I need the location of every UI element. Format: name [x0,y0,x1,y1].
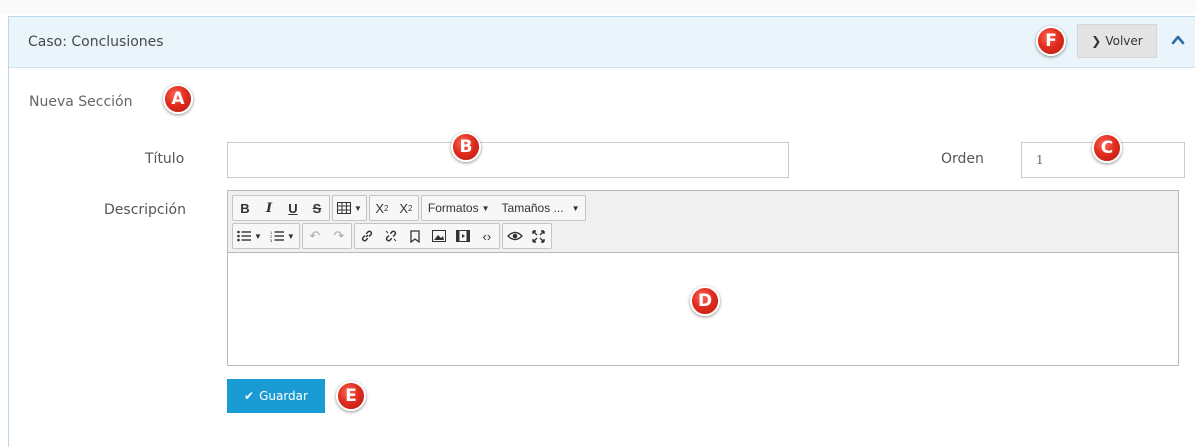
code-icon[interactable]: ‹› [475,224,499,248]
editor-toolbar: B I U S ▼ X2 X2 Formatos ▼ Tamaños ... ▼… [228,191,1178,253]
orden-label: Orden [941,151,984,167]
orden-value: 1 [1036,153,1044,167]
section-title: Nueva Sección [29,94,133,110]
svg-text:3: 3 [270,238,273,242]
formats-dropdown[interactable]: Formatos ▼ [422,196,496,220]
marker-e: E [336,381,366,411]
fullscreen-icon[interactable] [527,224,551,248]
unlink-icon[interactable] [379,224,403,248]
panel-title: Caso: Conclusiones [28,34,164,50]
table-icon[interactable]: ▼ [333,196,366,220]
image-icon[interactable] [427,224,451,248]
save-button[interactable]: ✔ Guardar [227,379,325,413]
formats-label: Formatos [427,201,479,215]
check-icon: ✔ [244,389,255,403]
marker-f: F [1036,26,1066,56]
panel-header: Caso: Conclusiones ❯ Volver [9,17,1195,68]
descripcion-label: Descripción [104,202,186,218]
save-button-label: Guardar [259,389,308,403]
titulo-input[interactable] [227,142,789,178]
superscript-icon[interactable]: X2 [394,196,418,220]
marker-d: D [690,286,720,316]
marker-a: A [163,84,193,114]
preview-icon[interactable] [503,224,527,248]
strikethrough-icon[interactable]: S [305,196,329,220]
marker-c: C [1092,133,1122,163]
link-icon[interactable] [355,224,379,248]
rich-text-editor: B I U S ▼ X2 X2 Formatos ▼ Tamaños ... ▼… [227,190,1179,366]
bookmark-icon[interactable] [403,224,427,248]
back-button-label: Volver [1105,34,1143,48]
bullet-list-icon[interactable]: ▼ [233,224,266,248]
numbered-list-icon[interactable]: 123 ▼ [266,224,299,248]
redo-icon[interactable]: ↷ [327,224,351,248]
chevron-right-icon: ❯ [1091,34,1102,48]
media-icon[interactable] [451,224,475,248]
marker-b: B [451,132,481,162]
bold-icon[interactable]: B [233,196,257,220]
titulo-label: Título [145,151,185,167]
undo-icon[interactable]: ↶ [303,224,327,248]
sizes-dropdown[interactable]: Tamaños ... ▼ [496,196,586,220]
subscript-icon[interactable]: X2 [370,196,394,220]
top-strip [0,0,1196,14]
italic-icon[interactable]: I [257,196,281,220]
back-button[interactable]: ❯ Volver [1077,24,1157,58]
sizes-label: Tamaños ... [501,201,564,215]
chevron-up-icon[interactable] [1169,31,1187,49]
underline-icon[interactable]: U [281,196,305,220]
